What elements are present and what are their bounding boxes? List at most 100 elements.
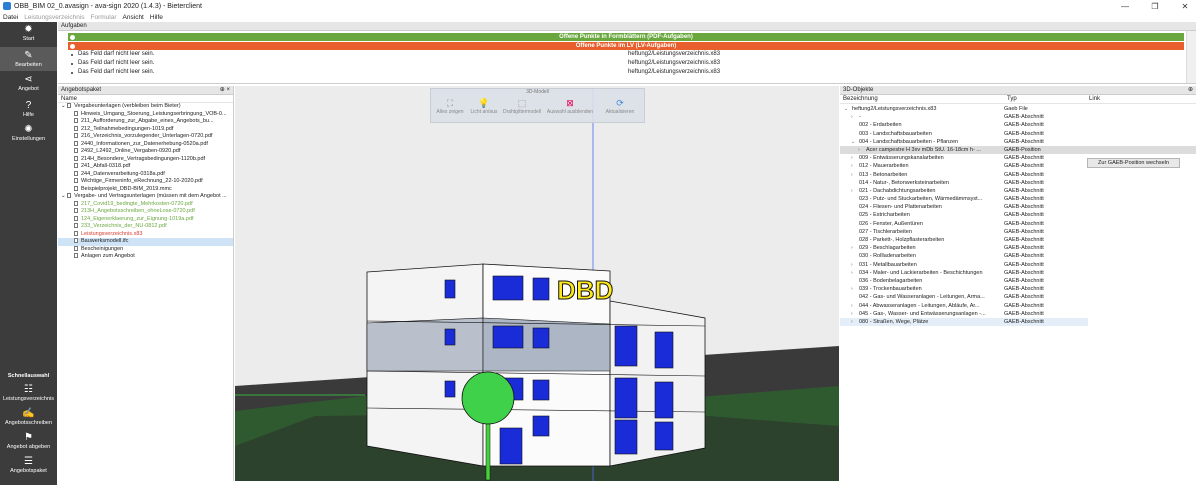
object-row[interactable]: 042 - Gas- und Wasseranlagen - Leitungen… [840,293,1196,301]
pin-icon[interactable]: ⊕ [1188,86,1193,93]
tree-file[interactable]: Bescheinigungen [58,246,233,254]
hide-selection-button[interactable]: ⊠ Auswahl ausblenden [545,98,595,115]
tree-file[interactable]: 214H_Besondere_Vertragsbedingungen-1120b… [58,156,233,164]
lv-tasks-bar[interactable]: Offene Punkte im LV (LV-Aufgaben) [68,42,1184,50]
menu-item[interactable]: Ansicht [123,14,144,21]
tree-file[interactable]: 233_Verzeichnis_der_NU-0812.pdf [58,223,233,231]
object-row[interactable]: › 080 - Straßen, Wege, Plätze GAEB-Abschni… [840,317,1088,327]
chevron-right-icon[interactable]: › [851,318,853,326]
maximize-button[interactable]: ❐ [1140,0,1170,12]
sidebar-hilfe-button[interactable]: ? Hilfe [0,100,57,122]
chevron-right-icon[interactable]: › [851,269,853,277]
object-row[interactable]: 027 - Tischlerarbeiten GAEB-Abschnitt [840,228,1196,236]
tree-file[interactable]: Bauwerksmodell.ifc [58,238,233,246]
col-bezeichnung[interactable]: Bezeichnung [843,96,878,102]
building-model-3d[interactable]: DBD [235,86,839,481]
object-row[interactable]: › 031 - Metallbauarbeiten GAEB-Abschnitt [840,261,1196,269]
tasks-scrollbar[interactable] [1186,31,1196,83]
tree-file[interactable]: 244_Datenverarbeitung-0318a.pdf [58,171,233,179]
sidebar-start-button[interactable]: ✹ Start [0,24,57,46]
object-row[interactable]: 003 - Landschaftsbauarbeiten GAEB-Abschni… [840,130,1196,138]
object-row[interactable]: 036 - Bodenbelagarbeiten GAEB-Abschnitt [840,277,1196,285]
quick-angebotspaket-button[interactable]: ☰ Angebotspaket [0,456,57,478]
chevron-down-icon[interactable]: ⌄ [851,138,855,146]
task-row[interactable]: Das Feld darf nicht leer sein. heftung2/L… [68,50,1196,59]
chevron-down-icon[interactable]: ⌄ [844,105,848,113]
switch-gaeb-position-button[interactable]: Zur GAEB-Position wechseln [1087,158,1180,168]
quick-leistungsverzeichnis-button[interactable]: ☷ Leistungsverzeichnis [0,384,57,406]
object-row[interactable]: 025 - Estricharbeiten GAEB-Abschnitt [840,211,1196,219]
tree-file[interactable]: Anlagen zum Angebot [58,253,233,261]
tree-file[interactable]: 213H_Angebotsschreiben_ohneLose-0720.pdf [58,208,233,216]
tree-file[interactable]: Leistungsverzeichnis.x83 [58,231,233,239]
object-row[interactable]: › 013 - Betonarbeiten GAEB-Abschnitt [840,171,1196,179]
tree-folder[interactable]: ⌄ Vergabeunterlagen (verbleiben beim Bie… [58,103,233,111]
show-all-button[interactable]: ⛶ Alles zeigen [431,98,469,115]
menu-item[interactable]: Leistungsverzeichnis [24,14,84,21]
object-row[interactable]: ⌄ heftung2/Leistungsverzeichnis.x83 Gaeb F… [840,105,1196,113]
chevron-right-icon[interactable]: › [851,261,853,269]
tree-folder[interactable]: ⌄ Vergabe- und Vertragsunterlagen (müsse… [58,193,233,201]
tree-file[interactable]: 124_Eigenerklaerung_zur_Eignung-1019a.pd… [58,216,233,224]
sidebar-angebot-button[interactable]: ⋖ Angebot [0,74,57,96]
object-row[interactable]: › 044 - Abwasseranlagen - Leitungen, Ablä… [840,302,1196,310]
tree-file[interactable]: Hinweis_Umgang_Stoerung_Leistungserbring… [58,111,233,119]
object-row[interactable]: 028 - Parkett-, Holzpflasterarbeiten GAEB… [840,236,1196,244]
tree-file[interactable]: Beispielprojekt_DBD-BIM_2019.mmc [58,186,233,194]
minimize-button[interactable]: — [1110,0,1140,12]
chevron-right-icon[interactable]: › [851,187,853,195]
pin-icon[interactable]: ⊕ × [220,86,230,93]
tree-file[interactable]: 2440_Informationen_zur_Datenerhebung-052… [58,141,233,149]
object-row[interactable]: 023 - Putz- und Stuckarbeiten, Wärmedämm… [840,195,1196,203]
tree-file[interactable]: 216_Verzeichnis_vorzulegender_Unterlagen… [58,133,233,141]
tree-file[interactable]: 217_Covid19_bedingte_Mehrkosten-0720.pdf [58,201,233,209]
model-viewer[interactable]: DBD 3D-Modell ⛶ Alles zeigen 💡 Licht an/au… [235,86,839,481]
object-row[interactable]: › 029 - Beschlagarbeiten GAEB-Abschnitt [840,244,1196,252]
object-row[interactable]: 014 - Natur-, Betonwerksteinarbeiten GAEB… [840,179,1196,187]
col-typ[interactable]: Typ [1007,96,1017,102]
col-link[interactable]: Link [1089,96,1100,102]
chevron-right-icon[interactable]: › [851,285,853,293]
tree-file[interactable]: 212_Teilnahmebedingungen-1019.pdf [58,126,233,134]
tree-file[interactable]: 211_Aufforderung_zur_Abgabe_eines_Angebo… [58,118,233,126]
sidebar-bearbeiten-button[interactable]: ✎ Bearbeiten [0,47,57,71]
task-row[interactable]: Das Feld darf nicht leer sein. heftung2/L… [68,59,1196,68]
tree-file[interactable]: 241_Abfall-0318.pdf [58,163,233,171]
chevron-right-icon[interactable]: › [851,113,853,121]
menu-item[interactable]: Datei [3,14,18,21]
tree-file[interactable]: 2492_L2492_Online_Vergaben-0920.pdf [58,148,233,156]
task-row[interactable]: Das Feld darf nicht leer sein. heftung2/L… [68,68,1196,77]
object-row[interactable]: › - GAEB-Abschnitt [840,113,1196,121]
object-row[interactable]: 026 - Fenster, Außentüren GAEB-Abschnitt [840,220,1196,228]
chevron-right-icon[interactable]: › [851,162,853,170]
light-toggle-button[interactable]: 💡 Licht an/aus [465,98,503,115]
fit-icon: ⛶ [446,98,454,108]
chevron-right-icon[interactable]: › [851,171,853,179]
sidebar-einstellungen-button[interactable]: ✺ Einstellungen [0,124,57,146]
chevron-right-icon[interactable]: › [851,310,853,318]
close-button[interactable]: ✕ [1170,0,1200,12]
chevron-right-icon[interactable]: › [851,302,853,310]
object-row[interactable]: › 039 - Trockenbauarbeiten GAEB-Abschnitt [840,285,1196,293]
object-row[interactable]: › 045 - Gas-, Wasser- und Entwässerungsan… [840,310,1196,318]
tree-item-label: 2440_Informationen_zur_Datenerhebung-052… [81,140,208,147]
refresh-button[interactable]: ⟳ Aktualisieren [601,98,639,115]
object-row[interactable]: › Acer campestre H 3xv mDb StU. 16-18cm h… [840,145,1196,155]
quick-angebotsschreiben-button[interactable]: ✍ Angebotsschreiben [0,408,57,430]
chevron-right-icon[interactable]: › [858,146,860,154]
quick-angebot-abgeben-button[interactable]: ⚑ Angebot abgeben [0,432,57,454]
object-row[interactable]: ⌄ 004 - Landschaftsbauarbeiten - Pflanzen… [840,138,1196,146]
chevron-right-icon[interactable]: › [851,244,853,252]
object-row[interactable]: 030 - Rollladenarbeiten GAEB-Abschnitt [840,252,1196,260]
pdf-tasks-bar[interactable]: Offene Punkte in Formblättern (PDF-Aufga… [68,33,1184,41]
tree-file[interactable]: Wichtige_Firmeninfo_eRechnung_22-10-2020… [58,178,233,186]
object-row[interactable]: › 034 - Maler- und Lackierarbeiten - Besc… [840,269,1196,277]
object-row[interactable]: 002 - Erdarbeiten GAEB-Abschnitt [840,121,1196,129]
menu-item[interactable]: Hilfe [150,14,163,21]
chevron-right-icon[interactable]: › [851,154,853,162]
object-row[interactable]: 024 - Fliesen- und Plattenarbeiten GAEB-A… [840,203,1196,211]
wireframe-button[interactable]: ⬚ Drahtgittermodell [501,98,543,115]
object-row[interactable]: › 021 - Dachabdichtungsarbeiten GAEB-Absch… [840,187,1196,195]
name-column-header[interactable]: Name [58,95,233,103]
menu-item[interactable]: Formular [91,14,117,21]
